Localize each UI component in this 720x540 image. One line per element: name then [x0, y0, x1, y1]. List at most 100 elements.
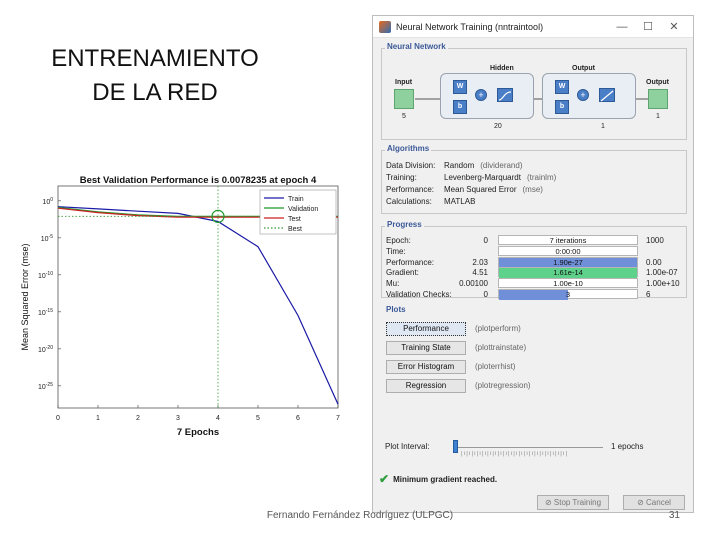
- training-state-plot-button[interactable]: Training State: [386, 341, 466, 355]
- progress-bar: 7 iterations: [498, 235, 638, 245]
- algorithm-key: Calculations:: [386, 197, 432, 206]
- matlab-app-icon: [379, 20, 391, 33]
- regression-plot-button[interactable]: Regression: [386, 379, 466, 393]
- y-tick-exponent: -5: [49, 234, 54, 240]
- y-tick-exponent: -25: [46, 382, 53, 388]
- y-tick-base: 10: [38, 384, 46, 391]
- chart-title: Best Validation Performance is 0.0078235…: [80, 175, 317, 186]
- legend-label-train: Train: [288, 196, 304, 203]
- progress-key: Epoch:: [386, 236, 411, 245]
- plot-interval-ticks: |ı|ı|ı|ı|ı|ı|ı|ı|ı|ı|ı|ı|ı|ı|ı|ı|ı|ı|ı|ı…: [461, 451, 569, 457]
- y-tick-base: 10: [38, 347, 46, 354]
- x-tick-label: 7: [336, 415, 340, 422]
- cancel-icon: ⊘: [637, 498, 647, 507]
- y-axis-label: Mean Squared Error (mse): [20, 243, 30, 350]
- checkmark-icon: ✔: [379, 472, 390, 486]
- network-connections: [415, 98, 648, 100]
- x-tick-label: 2: [136, 415, 140, 422]
- plot-interval-value: 1 epochs: [611, 442, 644, 451]
- y-tick-exponent: 0: [50, 197, 53, 203]
- neural-network-panel: Neural Network Input 5 Hidden W b + 20 O…: [381, 42, 687, 140]
- progress-end-value: 6: [646, 290, 651, 299]
- y-tick-label: 10-25: [38, 382, 53, 391]
- x-tick-label: 1: [96, 415, 100, 422]
- algorithm-key: Training:: [386, 173, 417, 182]
- progress-bar: 1.00e-10: [498, 278, 638, 289]
- progress-key: Time:: [386, 246, 406, 256]
- progress-panel-title: Progress: [385, 220, 424, 229]
- status-row: ✔ Minimum gradient reached.: [379, 472, 497, 486]
- minimize-icon[interactable]: —: [609, 21, 635, 33]
- slide-footer: Fernando Fernández Rodríguez (ULPGC): [266, 510, 454, 521]
- stop-training-button[interactable]: ⊘ Stop Training: [537, 495, 609, 510]
- performance-plot-button[interactable]: Performance: [386, 322, 466, 336]
- window-titlebar: Neural Network Training (nntraintool) — …: [373, 16, 693, 38]
- progress-start-value: 0: [483, 236, 488, 245]
- algorithm-function: (dividerand): [480, 161, 523, 170]
- algorithm-value: Mean Squared Error: [444, 185, 517, 194]
- progress-start-value: 4.51: [472, 268, 488, 278]
- progress-panel: Progress Epoch: 0 7 iterations 1000 Time: 0:0…: [381, 220, 687, 301]
- stop-icon: ⊘: [544, 498, 554, 507]
- plot-interval-slider[interactable]: [453, 440, 458, 453]
- cancel-button[interactable]: ⊘ Cancel: [623, 495, 685, 510]
- slide-title-line-1: ENTRENAMIENTO: [51, 45, 259, 72]
- x-tick-label: 3: [176, 415, 180, 422]
- window-title: Neural Network Training (nntraintool): [396, 21, 544, 32]
- legend-label-test: Test: [288, 216, 301, 223]
- regression-plot-function: (plotregression): [475, 381, 531, 390]
- progress-bar-text: 1.61e-14: [553, 268, 583, 278]
- slide-title: ENTRENAMIENTO DE LA RED: [30, 42, 280, 110]
- slide-title-line-2: DE LA RED: [92, 79, 218, 106]
- performance-chart-svg: Best Validation Performance is 0.0078235…: [20, 175, 340, 438]
- x-tick-label: 6: [296, 415, 300, 422]
- y-tick-label: 10-10: [38, 271, 53, 280]
- plot-interval-track[interactable]: [453, 447, 603, 448]
- y-tick-base: 10: [41, 236, 49, 243]
- cancel-label: Cancel: [646, 498, 671, 507]
- error-histogram-plot-button[interactable]: Error Histogram: [386, 360, 466, 374]
- status-message: Minimum gradient reached.: [393, 474, 498, 484]
- progress-row: Validation Checks: 0 3 6: [386, 289, 684, 301]
- algorithm-function: (trainlm): [526, 173, 557, 182]
- x-tick-label: 5: [256, 415, 260, 422]
- algorithms-panel: Algorithms Data Division: Random (divide…: [381, 144, 687, 214]
- progress-bar-text: 1.00e-10: [553, 279, 583, 289]
- algorithm-value: MATLAB: [444, 197, 476, 206]
- algorithm-row-data-division: Data Division: Random (dividerand): [386, 161, 523, 170]
- progress-bar: 1.90e-27: [498, 256, 638, 268]
- progress-end-value: 0.00: [646, 257, 662, 267]
- maximize-icon[interactable]: ☐: [635, 20, 661, 33]
- performance-plot: Best Validation Performance is 0.0078235…: [18, 172, 348, 440]
- training-state-plot-function: (plottrainstate): [475, 343, 527, 352]
- progress-bar: 1.61e-14: [498, 267, 638, 279]
- progress-bar-text: 7 iterations: [549, 236, 587, 245]
- y-tick-label: 100: [42, 197, 53, 206]
- algorithm-key: Data Division:: [386, 161, 436, 170]
- algorithm-row-performance: Performance: Mean Squared Error (mse): [386, 185, 543, 194]
- stop-training-label: Stop Training: [553, 498, 602, 507]
- progress-key: Gradient:: [386, 268, 419, 278]
- plots-panel-title: Plots: [384, 305, 408, 314]
- y-tick-exponent: -15: [46, 308, 53, 314]
- progress-end-value: 1.00e+10: [646, 279, 680, 289]
- y-tick-label: 10-15: [38, 308, 53, 317]
- algorithm-row-training: Training: Levenberg-Marquardt (trainlm): [386, 173, 556, 182]
- error-histogram-plot-function: (ploterrhist): [475, 362, 516, 371]
- page-number: 31: [668, 510, 680, 521]
- algorithms-panel-title: Algorithms: [385, 144, 432, 153]
- close-icon[interactable]: ✕: [661, 20, 687, 33]
- progress-key: Performance:: [386, 257, 435, 267]
- algorithm-value: Random: [444, 161, 475, 170]
- plot-interval-row: Plot Interval: |ı|ı|ı|ı|ı|ı|ı|ı|ı|ı|ı|ı|…: [385, 439, 685, 457]
- algorithm-function: (mse): [522, 185, 543, 194]
- plot-interval-label: Plot Interval:: [385, 442, 430, 451]
- progress-bar: 3: [498, 289, 638, 300]
- performance-plot-function: (plotperform): [475, 324, 521, 333]
- y-tick-exponent: -20: [46, 345, 53, 351]
- algorithm-value: Levenberg-Marquardt: [444, 173, 521, 182]
- progress-end-value: 1.00e-07: [646, 268, 678, 278]
- x-tick-label: 0: [56, 415, 60, 422]
- legend-label-validation: Validation: [288, 206, 318, 213]
- y-tick-label: 10-20: [38, 345, 53, 354]
